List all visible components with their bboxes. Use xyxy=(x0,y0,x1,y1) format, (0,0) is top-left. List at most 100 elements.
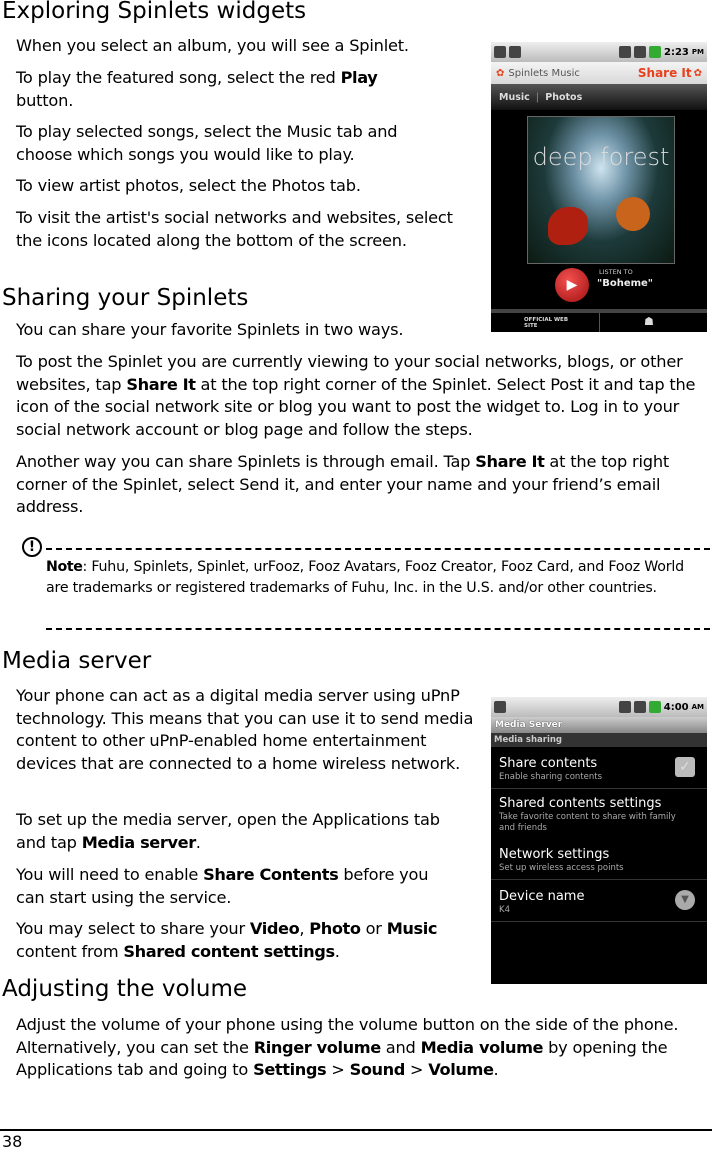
section-header: Media sharing xyxy=(491,733,707,747)
text-run: To play the featured song, select the re… xyxy=(16,68,341,87)
text-run: To set up the media server, open the App… xyxy=(16,810,440,852)
gmail-icon xyxy=(494,46,506,58)
shared-contents-settings-item[interactable]: Shared contents settings Take favorite c… xyxy=(491,789,707,880)
item-subtitle: Enable sharing contents xyxy=(499,772,602,782)
bold-term: Media server xyxy=(81,832,196,852)
media-server-screenshot: 4:00 AM Media Server Media sharing Share … xyxy=(491,697,707,984)
bold-term: Shared content settings xyxy=(123,941,335,961)
text-run: . xyxy=(334,941,340,961)
paragraph: You can share your favorite Spinlets in … xyxy=(16,319,474,342)
bold-term: Ringer volume xyxy=(253,1037,382,1057)
paragraph: Adjust the volume of your phone using th… xyxy=(16,1014,701,1082)
screen-title: Media Server xyxy=(491,717,707,733)
tabs: Music | Photos xyxy=(491,84,707,110)
share-it-button[interactable]: Share It xyxy=(638,66,692,80)
text-run: Your phone can act as a digital media se… xyxy=(16,686,474,773)
clock: 4:00 xyxy=(663,701,689,713)
flower-decoration xyxy=(616,197,650,231)
bold-term: Share It xyxy=(475,452,545,471)
status-bar: 2:23 PM xyxy=(491,42,707,62)
text-run: To view artist photos, select the Photos… xyxy=(16,176,361,195)
flower-decoration xyxy=(548,207,588,245)
listen-to-label: LISTEN TO xyxy=(599,268,633,276)
paragraph: To visit the artist's social networks an… xyxy=(16,207,456,252)
social-icon[interactable]: ☗ xyxy=(644,315,654,328)
wifi-icon xyxy=(619,46,632,58)
tab-photos[interactable]: Photos xyxy=(545,92,582,103)
bold-term: Media volume xyxy=(420,1037,544,1057)
battery-icon xyxy=(649,46,662,58)
paragraph: When you select an album, you will see a… xyxy=(16,35,474,58)
bold-term: Share Contents xyxy=(203,865,339,884)
status-bar: 4:00 AM xyxy=(491,697,707,717)
heading-adjusting-volume: Adjusting the volume xyxy=(2,976,248,1002)
exclamation-circle-icon: ! xyxy=(22,537,42,557)
paragraph: You will need to enable Share Contents b… xyxy=(16,864,456,909)
dropdown-icon[interactable]: ▼ xyxy=(675,890,695,910)
bold-term: Note xyxy=(46,559,83,575)
ampm: PM xyxy=(691,48,704,56)
bold-term: Volume xyxy=(428,1060,494,1079)
android-icon xyxy=(509,46,521,58)
item-title: Device name xyxy=(499,889,585,904)
paragraph: To post the Spinlet you are currently vi… xyxy=(16,351,708,441)
text-run: To play selected songs, select the Music… xyxy=(16,122,398,164)
play-icon: ▶ xyxy=(566,277,578,293)
heading-sharing-spinlets: Sharing your Spinlets xyxy=(2,285,249,311)
paragraph: Your phone can act as a digital media se… xyxy=(16,685,478,775)
text-run: content from xyxy=(16,941,124,961)
paragraph: Another way you can share Spinlets is th… xyxy=(16,451,686,519)
text-run: or xyxy=(360,919,387,938)
footer-rule xyxy=(0,1129,712,1131)
album-art[interactable]: deep forest xyxy=(527,116,675,264)
signal-icon xyxy=(633,701,646,713)
divider xyxy=(46,548,710,550)
bold-term: Play xyxy=(340,68,378,87)
text-run: . xyxy=(493,1060,499,1079)
bold-term: Video xyxy=(249,919,300,938)
divider xyxy=(46,628,710,630)
heading-media-server: Media server xyxy=(2,648,152,674)
page-number: 38 xyxy=(2,1132,23,1151)
paragraph: You may select to share your Video, Phot… xyxy=(16,918,478,963)
signal-icon xyxy=(634,46,647,58)
device-name-item[interactable]: Device name K4 ▼ xyxy=(491,880,707,922)
bold-term: Sound xyxy=(349,1060,406,1079)
ampm: AM xyxy=(691,703,704,711)
text-run: > xyxy=(404,1060,429,1079)
battery-icon xyxy=(648,701,661,713)
android-icon xyxy=(494,701,506,713)
item-subtitle: Take favorite content to share with fami… xyxy=(499,812,676,833)
paragraph: To play the featured song, select the re… xyxy=(16,67,436,112)
heading-exploring-spinlets: Exploring Spinlets widgets xyxy=(2,0,307,24)
text-run: You can share your favorite Spinlets in … xyxy=(16,320,404,339)
item-subtitle: Set up wireless access points xyxy=(499,863,624,873)
bold-term: Settings xyxy=(253,1060,327,1079)
paragraph: To view artist photos, select the Photos… xyxy=(16,175,474,198)
bold-term: Photo xyxy=(309,919,361,938)
share-icon: ✿ xyxy=(693,67,702,79)
play-button[interactable]: ▶ xyxy=(555,268,589,302)
song-title: "Boheme" xyxy=(597,278,654,289)
album-title: deep forest xyxy=(532,143,670,171)
app-name: Spinlets Music xyxy=(508,67,580,79)
spinlets-logo-icon: ✿ xyxy=(496,67,505,79)
bold-term: Music xyxy=(386,919,438,938)
paragraph: To play selected songs, select the Music… xyxy=(16,121,446,166)
bold-term: Share It xyxy=(126,374,196,394)
text-run: and xyxy=(380,1037,421,1057)
app-header: ✿ Spinlets Music Share It ✿ xyxy=(491,62,707,84)
official-website-link[interactable]: OFFICIAL WEB SITE xyxy=(524,317,572,329)
paragraph: To set up the media server, open the App… xyxy=(16,809,456,854)
tab-music[interactable]: Music xyxy=(499,92,530,103)
share-contents-checkbox[interactable]: ✓ xyxy=(675,757,695,777)
text-run: , xyxy=(299,919,310,938)
text-run: > xyxy=(326,1060,350,1079)
item-title: Share contents xyxy=(499,756,598,771)
text-run: You may select to share your xyxy=(16,919,250,938)
text-run: You will need to enable xyxy=(16,865,204,884)
network-settings-item[interactable]: Network settings xyxy=(499,846,699,863)
share-contents-item[interactable]: Share contents Enable sharing contents ✓ xyxy=(491,747,707,789)
text-run: . xyxy=(195,832,201,852)
wifi-icon xyxy=(618,701,631,713)
